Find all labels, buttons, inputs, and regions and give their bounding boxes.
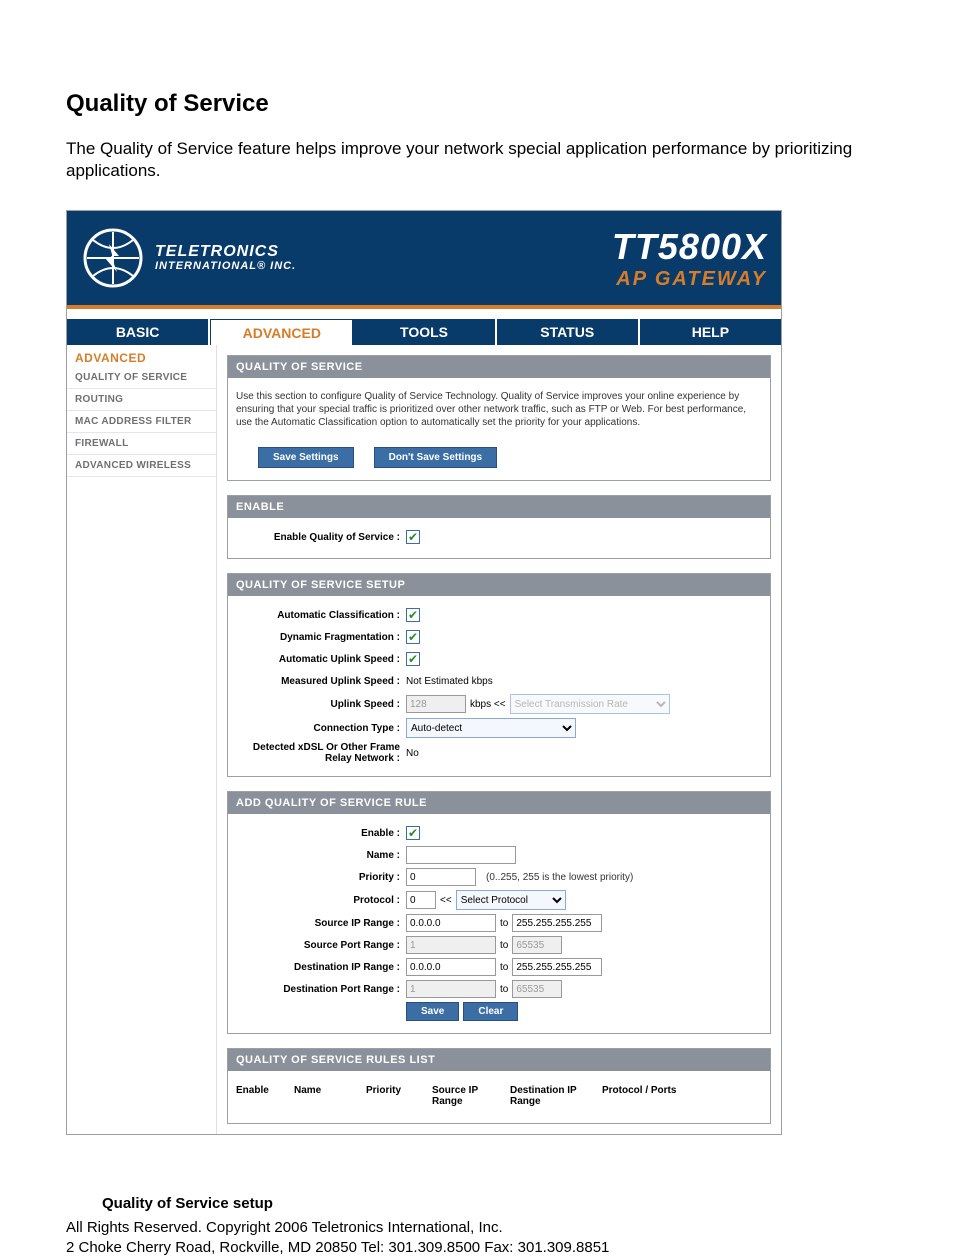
src-ip-label: Source IP Range : xyxy=(236,918,406,929)
tab-help[interactable]: HELP xyxy=(640,319,781,345)
auto-class-label: Automatic Classification : xyxy=(236,610,406,621)
footer-line2: 2 Choke Cherry Road, Rockville, MD 20850… xyxy=(66,1238,888,1257)
rule-name-input[interactable] xyxy=(406,846,516,864)
panel-enable: ENABLE Enable Quality of Service : ✔ xyxy=(227,495,771,559)
rule-priority-label: Priority : xyxy=(236,872,406,883)
panel-qos-top: QUALITY OF SERVICE Use this section to c… xyxy=(227,355,771,481)
rule-save-button[interactable]: Save xyxy=(406,1002,459,1021)
panel-setup: QUALITY OF SERVICE SETUP Automatic Class… xyxy=(227,573,771,777)
panel-add-rule-title: ADD QUALITY OF SERVICE RULE xyxy=(228,792,770,814)
panel-rules-list: QUALITY OF SERVICE RULES LIST Enable Nam… xyxy=(227,1048,771,1124)
auto-class-checkbox[interactable]: ✔ xyxy=(406,608,420,622)
dst-ip-to-input[interactable] xyxy=(512,958,602,976)
dyn-frag-label: Dynamic Fragmentation : xyxy=(236,632,406,643)
panel-qos-title: QUALITY OF SERVICE xyxy=(228,356,770,378)
auto-uplink-checkbox[interactable]: ✔ xyxy=(406,652,420,666)
tab-basic[interactable]: BASIC xyxy=(67,319,210,345)
uplink-unit-label: kbps << xyxy=(470,699,506,710)
dst-port-from-input[interactable] xyxy=(406,980,496,998)
rule-protocol-sep: << xyxy=(440,895,452,906)
dyn-frag-checkbox[interactable]: ✔ xyxy=(406,630,420,644)
rule-enable-label: Enable : xyxy=(236,828,406,839)
detected-xdsl-label: Detected xDSL Or Other Frame Relay Netwo… xyxy=(236,742,406,764)
enable-qos-checkbox[interactable]: ✔ xyxy=(406,530,420,544)
main-tabs: BASIC ADVANCED TOOLS STATUS HELP xyxy=(67,319,781,345)
rule-protocol-select[interactable]: Select Protocol xyxy=(456,890,566,910)
app-header: TELETRONICS INTERNATIONAL® INC. TT5800X … xyxy=(67,211,781,305)
tab-tools[interactable]: TOOLS xyxy=(353,319,496,345)
src-ip-to-input[interactable] xyxy=(512,914,602,932)
src-port-to-input[interactable] xyxy=(512,936,562,954)
panel-setup-title: QUALITY OF SERVICE SETUP xyxy=(228,574,770,596)
rules-hdr-dst: Destination IP Range xyxy=(510,1085,590,1107)
rules-hdr-pp: Protocol / Ports xyxy=(602,1085,676,1107)
router-app-window: TELETRONICS INTERNATIONAL® INC. TT5800X … xyxy=(66,210,782,1135)
dst-port-to-input[interactable] xyxy=(512,980,562,998)
measured-uplink-label: Measured Uplink Speed : xyxy=(236,676,406,687)
panel-add-rule: ADD QUALITY OF SERVICE RULE Enable : ✔ N… xyxy=(227,791,771,1034)
brand-company: TELETRONICS xyxy=(155,243,279,260)
rule-priority-input[interactable] xyxy=(406,868,476,886)
panel-qos-desc: Use this section to configure Quality of… xyxy=(228,386,770,439)
main-content: QUALITY OF SERVICE Use this section to c… xyxy=(217,345,781,1134)
rules-header-row: Enable Name Priority Source IP Range Des… xyxy=(228,1079,770,1113)
tab-status[interactable]: STATUS xyxy=(497,319,640,345)
brand-block: TELETRONICS INTERNATIONAL® INC. xyxy=(81,226,296,290)
doc-footer: All Rights Reserved. Copyright 2006 Tele… xyxy=(66,1218,888,1257)
dst-port-label: Destination Port Range : xyxy=(236,984,406,995)
rule-name-label: Name : xyxy=(236,850,406,861)
brand-company-sub: INTERNATIONAL® INC. xyxy=(155,261,296,273)
dont-save-settings-button[interactable]: Don't Save Settings xyxy=(374,447,498,468)
to-word-4: to xyxy=(500,984,508,995)
conn-type-select[interactable]: Auto-detect xyxy=(406,718,576,738)
rules-hdr-src: Source IP Range xyxy=(432,1085,498,1107)
sidebar-heading: ADVANCED xyxy=(67,345,216,367)
sidebar-item-mac-filter[interactable]: MAC ADDRESS FILTER xyxy=(67,411,216,433)
rule-enable-checkbox[interactable]: ✔ xyxy=(406,826,420,840)
product-name: TT5800X xyxy=(612,226,767,268)
enable-qos-label: Enable Quality of Service : xyxy=(236,532,406,543)
rules-hdr-priority: Priority xyxy=(366,1085,420,1107)
doc-intro: The Quality of Service feature helps imp… xyxy=(66,138,888,182)
globe-logo-icon xyxy=(81,226,145,290)
doc-title: Quality of Service xyxy=(66,90,888,118)
rules-hdr-enable: Enable xyxy=(236,1085,282,1107)
rules-hdr-name: Name xyxy=(294,1085,354,1107)
uplink-speed-input[interactable] xyxy=(406,695,466,713)
to-word-1: to xyxy=(500,918,508,929)
sidebar: ADVANCED QUALITY OF SERVICE ROUTING MAC … xyxy=(67,345,217,1134)
dst-ip-from-input[interactable] xyxy=(406,958,496,976)
to-word-2: to xyxy=(500,940,508,951)
panel-rules-title: QUALITY OF SERVICE RULES LIST xyxy=(228,1049,770,1071)
sidebar-item-firewall[interactable]: FIREWALL xyxy=(67,433,216,455)
rule-priority-hint: (0..255, 255 is the lowest priority) xyxy=(486,872,633,883)
detected-xdsl-value: No xyxy=(406,748,419,759)
src-port-from-input[interactable] xyxy=(406,936,496,954)
sidebar-item-routing[interactable]: ROUTING xyxy=(67,389,216,411)
conn-type-label: Connection Type : xyxy=(236,723,406,734)
product-tag: AP GATEWAY xyxy=(612,268,767,291)
rule-protocol-label: Protocol : xyxy=(236,895,406,906)
tab-advanced[interactable]: ADVANCED xyxy=(210,319,353,345)
rule-protocol-input[interactable] xyxy=(406,891,436,909)
panel-enable-title: ENABLE xyxy=(228,496,770,518)
uplink-speed-label: Uplink Speed : xyxy=(236,699,406,710)
save-settings-button[interactable]: Save Settings xyxy=(258,447,354,468)
product-block: TT5800X AP GATEWAY xyxy=(612,226,767,291)
dst-ip-label: Destination IP Range : xyxy=(236,962,406,973)
to-word-3: to xyxy=(500,962,508,973)
sidebar-item-qos[interactable]: QUALITY OF SERVICE xyxy=(67,367,216,389)
src-port-label: Source Port Range : xyxy=(236,940,406,951)
uplink-rate-select[interactable]: Select Transmission Rate xyxy=(510,694,670,714)
src-ip-from-input[interactable] xyxy=(406,914,496,932)
rule-clear-button[interactable]: Clear xyxy=(463,1002,518,1021)
doc-sub-heading: Quality of Service setup xyxy=(102,1195,888,1212)
brand-text: TELETRONICS INTERNATIONAL® INC. xyxy=(155,244,296,272)
sidebar-item-adv-wireless[interactable]: ADVANCED WIRELESS xyxy=(67,455,216,477)
measured-uplink-value: Not Estimated kbps xyxy=(406,676,493,687)
auto-uplink-label: Automatic Uplink Speed : xyxy=(236,654,406,665)
